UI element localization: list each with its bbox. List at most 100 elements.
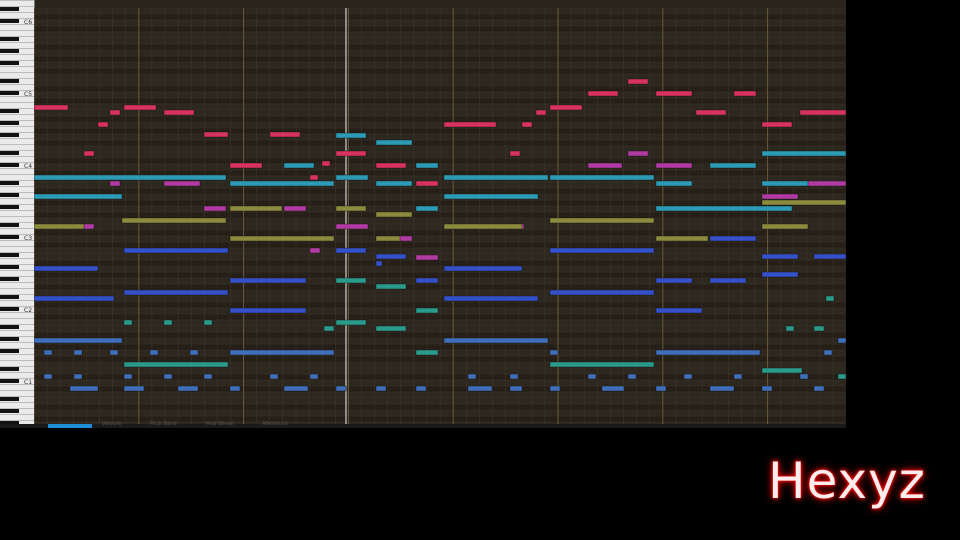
midi-note[interactable] — [761, 199, 846, 206]
midi-note[interactable] — [467, 373, 477, 380]
midi-note[interactable] — [335, 174, 369, 181]
midi-note[interactable] — [203, 205, 227, 212]
midi-note[interactable] — [733, 90, 757, 97]
midi-note[interactable] — [229, 205, 283, 212]
midi-note[interactable] — [761, 253, 799, 260]
midi-note[interactable] — [309, 174, 319, 181]
black-key[interactable] — [0, 133, 19, 137]
midi-note[interactable] — [415, 254, 439, 261]
midi-note[interactable] — [109, 180, 121, 187]
midi-note[interactable] — [535, 109, 547, 116]
midi-note[interactable] — [375, 283, 407, 290]
midi-note[interactable] — [177, 385, 199, 392]
midi-note[interactable] — [443, 174, 549, 181]
midi-note[interactable] — [375, 325, 407, 332]
midi-note[interactable] — [123, 104, 157, 111]
midi-note[interactable] — [123, 319, 133, 326]
midi-note[interactable] — [655, 90, 693, 97]
black-key[interactable] — [0, 265, 19, 269]
midi-note[interactable] — [283, 205, 307, 212]
controller-tab-active[interactable] — [48, 424, 92, 428]
midi-note[interactable] — [467, 385, 493, 392]
midi-note[interactable] — [655, 180, 693, 187]
midi-note[interactable] — [415, 205, 439, 212]
midi-note[interactable] — [34, 265, 99, 272]
midi-note[interactable] — [761, 271, 799, 278]
black-key[interactable] — [0, 121, 19, 125]
midi-note[interactable] — [123, 373, 133, 380]
midi-note[interactable] — [627, 150, 649, 157]
midi-note[interactable] — [655, 162, 693, 169]
black-key[interactable] — [0, 181, 19, 185]
midi-note[interactable] — [655, 277, 693, 284]
controller-tab[interactable]: Velocity — [102, 421, 122, 427]
midi-note[interactable] — [375, 253, 407, 260]
midi-note[interactable] — [309, 247, 321, 254]
midi-note[interactable] — [163, 180, 201, 187]
black-key[interactable] — [0, 91, 19, 95]
midi-note[interactable] — [335, 132, 367, 139]
midi-note[interactable] — [683, 373, 693, 380]
midi-note[interactable] — [83, 223, 95, 230]
midi-note[interactable] — [655, 385, 667, 392]
midi-note[interactable] — [123, 247, 229, 254]
black-key[interactable] — [0, 49, 19, 53]
midi-note[interactable] — [69, 385, 99, 392]
midi-note[interactable] — [269, 373, 279, 380]
black-key[interactable] — [0, 277, 19, 281]
midi-note[interactable] — [73, 373, 83, 380]
midi-note[interactable] — [109, 109, 121, 116]
midi-note[interactable] — [335, 385, 347, 392]
midi-note[interactable] — [283, 385, 309, 392]
midi-note[interactable] — [799, 373, 809, 380]
midi-note[interactable] — [123, 289, 229, 296]
black-key[interactable] — [0, 307, 19, 311]
midi-note[interactable] — [163, 319, 173, 326]
midi-note[interactable] — [415, 385, 427, 392]
midi-note[interactable] — [34, 193, 123, 200]
midi-note[interactable] — [509, 150, 521, 157]
black-key[interactable] — [0, 37, 19, 41]
midi-note[interactable] — [655, 205, 793, 212]
black-key[interactable] — [0, 79, 19, 83]
piano-keyboard[interactable]: C6 C5 C4 C3 C2 C1 — [0, 0, 35, 425]
midi-note[interactable] — [761, 150, 846, 157]
midi-note[interactable] — [335, 319, 367, 326]
midi-note[interactable] — [587, 162, 623, 169]
midi-note[interactable] — [549, 361, 655, 368]
midi-note[interactable] — [709, 162, 757, 169]
black-key[interactable] — [0, 19, 19, 23]
black-key[interactable] — [0, 193, 19, 197]
midi-note[interactable] — [549, 289, 655, 296]
midi-note[interactable] — [229, 307, 307, 314]
midi-note[interactable] — [34, 337, 123, 344]
midi-note[interactable] — [443, 337, 549, 344]
midi-note[interactable] — [375, 235, 401, 242]
midi-note[interactable] — [335, 277, 367, 284]
midi-note[interactable] — [375, 162, 407, 169]
midi-note[interactable] — [813, 385, 825, 392]
midi-note[interactable] — [269, 131, 301, 138]
midi-note[interactable] — [443, 295, 539, 302]
midi-note[interactable] — [73, 349, 83, 356]
midi-note[interactable] — [43, 349, 53, 356]
black-key[interactable] — [0, 151, 19, 155]
midi-note[interactable] — [323, 325, 335, 332]
midi-note[interactable] — [761, 180, 809, 187]
midi-note[interactable] — [549, 217, 655, 224]
midi-note[interactable] — [415, 349, 439, 356]
midi-note[interactable] — [799, 109, 846, 116]
black-key[interactable] — [0, 325, 19, 329]
midi-note[interactable] — [549, 104, 583, 111]
midi-note[interactable] — [335, 247, 367, 254]
midi-note[interactable] — [709, 235, 757, 242]
midi-note[interactable] — [443, 193, 539, 200]
midi-note[interactable] — [761, 193, 799, 200]
black-key[interactable] — [0, 109, 19, 113]
midi-note[interactable] — [97, 121, 109, 128]
midi-note[interactable] — [627, 78, 649, 85]
midi-note[interactable] — [549, 174, 655, 181]
midi-note[interactable] — [229, 277, 307, 284]
midi-note[interactable] — [189, 349, 199, 356]
midi-note[interactable] — [601, 385, 625, 392]
